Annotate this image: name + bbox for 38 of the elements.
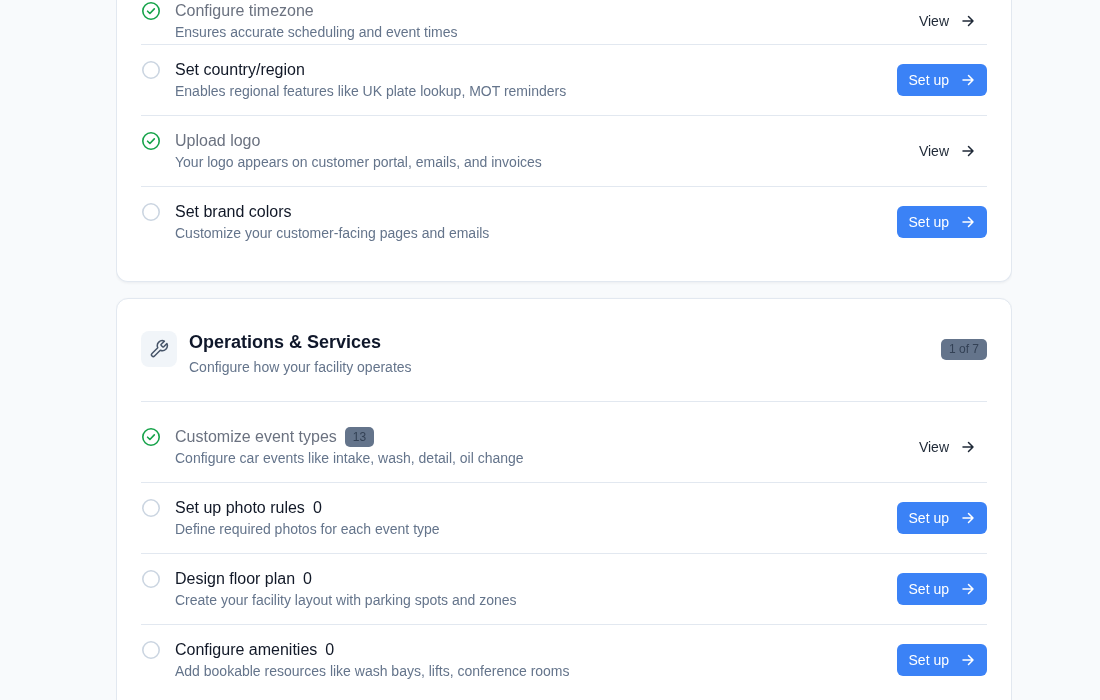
arrow-right-icon: [961, 511, 975, 525]
task-description: Configure car events like intake, wash, detail, oil change: [175, 449, 525, 468]
task-title: Configure timezone: [175, 1, 314, 21]
set-up-button[interactable]: Set up: [896, 573, 987, 605]
set-up-button[interactable]: Set up: [896, 206, 987, 238]
task-title: Set brand colors: [175, 202, 292, 222]
task-title: Design floor plan: [175, 569, 296, 589]
task-count: 0: [303, 570, 312, 588]
view-button[interactable]: View: [906, 5, 987, 37]
arrow-right-icon: [961, 215, 975, 229]
arrow-right-icon: [961, 582, 975, 596]
arrow-right-icon: [961, 14, 975, 28]
task-title: Set up photo rules: [175, 498, 305, 518]
task-title: Configure amenities: [175, 640, 318, 660]
section-subtitle: Configure how your facility operates: [189, 358, 413, 377]
task-description: Customize your customer-facing pages and emails: [175, 224, 491, 243]
wrench-icon: [141, 331, 177, 367]
task-description: Create your facility layout with parking spots and zones: [175, 591, 518, 610]
task-title: Customize event types: [175, 427, 337, 447]
task-title: Upload logo: [175, 131, 261, 151]
set-up-button[interactable]: Set up: [896, 64, 987, 96]
view-button[interactable]: View: [906, 431, 987, 463]
task-count: 0: [325, 641, 335, 659]
set-up-button[interactable]: Set up: [896, 502, 987, 534]
arrow-right-icon: [961, 653, 975, 667]
task-description: Ensures accurate scheduling and event times: [175, 23, 459, 42]
set-up-button[interactable]: Set up: [896, 644, 987, 676]
task-title: Set country/region: [175, 60, 305, 80]
task-description: Enables regional features like UK plate lookup, MOT reminders: [175, 82, 568, 101]
arrow-right-icon: [961, 144, 975, 158]
arrow-right-icon: [961, 440, 975, 454]
task-count: 0: [312, 499, 322, 517]
task-description: Define required photos for each event type: [175, 520, 441, 539]
task-description: Add bookable resources like wash bays, lifts, conference rooms: [175, 662, 571, 681]
section-title: Operations & Services: [189, 331, 383, 353]
task-description: Your logo appears on customer portal, emails, and invoices: [175, 153, 543, 172]
arrow-right-icon: [961, 73, 975, 87]
view-button[interactable]: View: [906, 135, 987, 167]
